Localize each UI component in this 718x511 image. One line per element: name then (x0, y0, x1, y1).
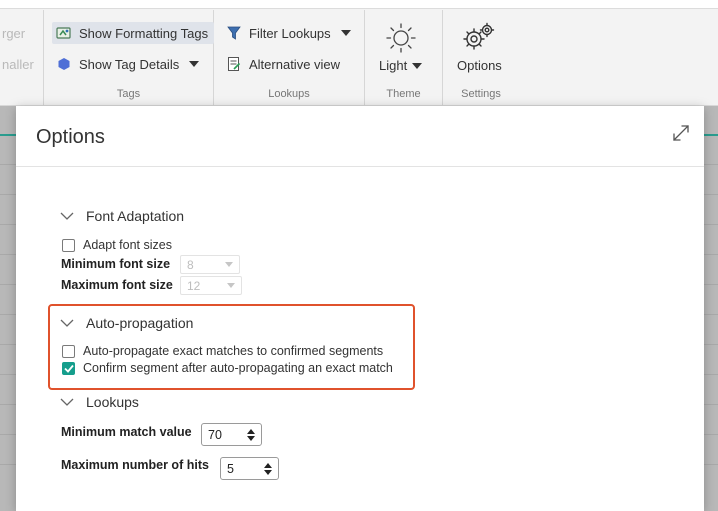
max-hits-stepper[interactable]: 5 (220, 457, 279, 480)
filter-lookups-button[interactable]: Filter Lookups (226, 22, 351, 44)
chevron-down-icon (225, 262, 233, 267)
options-button[interactable]: Options (457, 20, 502, 73)
min-match-value-stepper[interactable]: 70 (201, 423, 262, 446)
ribbon-group-theme: Light Theme (365, 10, 443, 106)
show-formatting-tags-button[interactable]: Show Formatting Tags (52, 22, 215, 44)
auto-propagate-row[interactable]: Auto-propagate exact matches to confirme… (62, 344, 383, 358)
stepper-arrows-icon[interactable] (264, 462, 272, 475)
max-font-size-value: 12 (187, 278, 201, 293)
arrow-down-icon[interactable] (247, 435, 255, 441)
checkmark-icon (63, 364, 74, 373)
auto-propagate-label: Auto-propagate exact matches to confirme… (83, 344, 384, 358)
show-formatting-tags-label: Show Formatting Tags (79, 25, 209, 41)
ribbon-group-lookups: Filter Lookups Alternative view Lookups (214, 10, 365, 106)
settings-group-label: Settings (461, 88, 501, 100)
sun-icon (381, 20, 421, 54)
max-font-size-label: Maximum font size (61, 278, 173, 292)
dialog-header: Options (16, 106, 704, 167)
theme-button-label: Light (379, 58, 408, 73)
arrow-up-icon[interactable] (264, 462, 272, 468)
alternative-view-icon (226, 56, 242, 72)
show-tag-details-button[interactable]: Show Tag Details (56, 53, 200, 75)
min-font-size-value: 8 (187, 257, 194, 272)
font-adaptation-heading: Font Adaptation (86, 208, 185, 224)
smaller-button-partial[interactable]: naller (2, 53, 34, 75)
tag-details-icon (56, 56, 72, 72)
alternative-view-label: Alternative view (249, 56, 341, 72)
lookups-group-label: Lookups (268, 88, 310, 100)
max-hits-value: 5 (227, 461, 234, 476)
options-dialog: Options Font Adaptation Adapt font sizes… (16, 106, 704, 511)
bigger-button-partial[interactable]: rger (2, 22, 25, 44)
smaller-button-label: naller (2, 56, 34, 72)
gears-icon (459, 20, 499, 54)
show-tag-details-label: Show Tag Details (79, 56, 180, 72)
tags-group-label: Tags (116, 88, 141, 100)
min-match-value-label: Minimum match value (61, 425, 192, 439)
filter-icon (226, 25, 242, 41)
ribbon-toolbar: rger naller Show Formatting Tags Show Ta… (0, 0, 718, 106)
alternative-view-button[interactable]: Alternative view (226, 53, 340, 75)
confirm-segment-row[interactable]: Confirm segment after auto-propagating a… (62, 361, 393, 375)
lookups-heading: Lookups (86, 394, 139, 410)
chevron-down-icon (227, 283, 235, 288)
adapt-font-sizes-label: Adapt font sizes (83, 238, 172, 252)
formatting-tags-icon (56, 25, 72, 41)
theme-group-label: Theme (386, 88, 421, 100)
auto-propagation-heading: Auto-propagation (86, 315, 194, 331)
max-font-size-select: 12 (180, 276, 242, 295)
expand-icon[interactable] (672, 124, 690, 142)
min-match-value: 70 (208, 427, 222, 442)
confirm-segment-label: Confirm segment after auto-propagating a… (83, 361, 393, 375)
chevron-down-icon (60, 319, 74, 327)
chevron-down-icon[interactable] (412, 62, 423, 69)
options-button-label: Options (457, 58, 502, 73)
dialog-title: Options (36, 126, 105, 148)
max-hits-label: Maximum number of hits (61, 458, 209, 472)
chevron-down-icon[interactable] (340, 30, 351, 36)
ribbon-group-tags: Show Formatting Tags Show Tag Details Ta… (44, 10, 215, 106)
min-font-size-select: 8 (180, 255, 240, 274)
adapt-font-sizes-row[interactable]: Adapt font sizes (62, 238, 172, 252)
arrow-down-icon[interactable] (264, 469, 272, 475)
theme-light-button[interactable]: Light (379, 20, 423, 73)
ribbon-top-strip (0, 0, 718, 9)
confirm-segment-checkbox[interactable] (62, 361, 75, 375)
chevron-down-icon (60, 398, 74, 406)
ribbon-group-settings: Options Settings (443, 10, 519, 106)
auto-propagate-checkbox[interactable] (62, 344, 75, 358)
stepper-arrows-icon[interactable] (247, 428, 255, 441)
bigger-button-label: rger (2, 25, 26, 41)
auto-propagation-section-toggle[interactable]: Auto-propagation (60, 315, 193, 331)
font-adaptation-section-toggle[interactable]: Font Adaptation (60, 208, 184, 224)
lookups-section-toggle[interactable]: Lookups (60, 394, 139, 410)
chevron-down-icon[interactable] (189, 61, 200, 67)
arrow-up-icon[interactable] (247, 428, 255, 434)
filter-lookups-label: Filter Lookups (249, 25, 331, 41)
min-font-size-label: Minimum font size (61, 257, 171, 271)
ribbon-group-partial: rger naller (0, 10, 44, 106)
chevron-down-icon (60, 212, 74, 220)
adapt-font-sizes-checkbox[interactable] (62, 238, 75, 252)
